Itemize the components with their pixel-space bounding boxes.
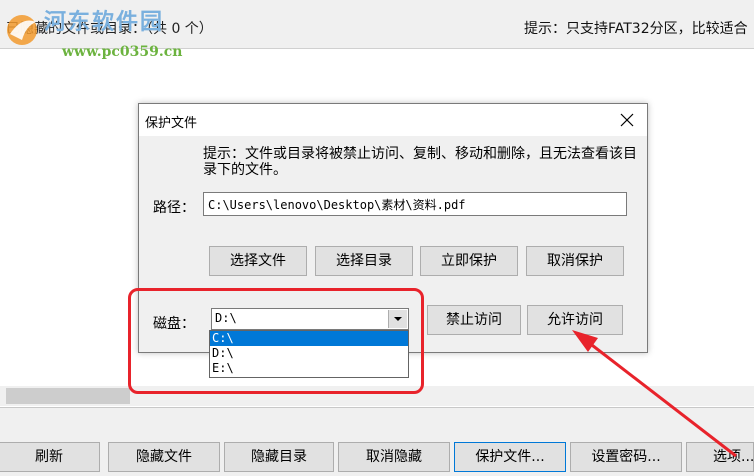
- protect-now-button[interactable]: 立即保护: [420, 246, 518, 276]
- hide-file-button[interactable]: 隐藏文件: [108, 442, 220, 472]
- watermark-title: 河东软件园: [44, 9, 165, 35]
- protect-hint-text: 提示：文件或目录将被禁止访问、复制、移动和删除，且无法查看该目录下的文件。: [203, 146, 637, 178]
- path-label: 路径：: [153, 200, 195, 216]
- site-watermark: 河东软件园 www.pc0359.cn: [2, 2, 212, 66]
- set-password-button[interactable]: 设置密码...: [570, 442, 682, 472]
- deny-access-button[interactable]: 禁止访问: [427, 305, 521, 335]
- dialog-title: 保护文件: [145, 116, 198, 131]
- path-input[interactable]: C:\Users\lenovo\Desktop\素材\资料.pdf: [203, 192, 627, 216]
- dialog-titlebar: 保护文件: [139, 104, 647, 136]
- select-file-button[interactable]: 选择文件: [209, 246, 307, 276]
- hide-directory-button[interactable]: 隐藏目录: [224, 442, 334, 472]
- allow-access-button[interactable]: 允许访问: [527, 305, 623, 335]
- options-button[interactable]: 选项...: [686, 442, 754, 472]
- annotation-highlight-box: [128, 288, 424, 394]
- watermark-url: www.pc0359.cn: [62, 44, 183, 60]
- close-icon[interactable]: [615, 108, 639, 132]
- fat32-hint-label: 提示：只支持FAT32分区，比较适合: [524, 21, 748, 37]
- unhide-button[interactable]: 取消隐藏: [338, 442, 450, 472]
- cancel-protect-button[interactable]: 取消保护: [526, 246, 624, 276]
- scrollbar-thumb[interactable]: [6, 388, 130, 404]
- refresh-button[interactable]: 刷新: [0, 442, 100, 472]
- select-directory-button[interactable]: 选择目录: [315, 246, 413, 276]
- watermark-logo-icon: [7, 15, 37, 45]
- protect-file-button[interactable]: 保护文件...: [454, 442, 566, 472]
